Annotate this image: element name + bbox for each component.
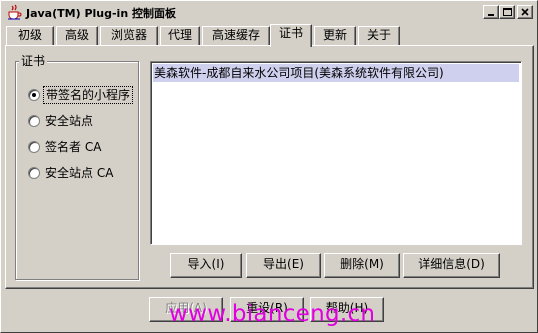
close-icon: [521, 8, 529, 16]
radio-dot[interactable]: [28, 115, 40, 127]
tab-strip: 初级 高级 浏览器 代理 高速缓存 证书 更新 关于: [6, 24, 536, 47]
control-panel-window: Java(TM) Plug-in 控制面板 初级 高级 浏览器 代理 高速缓存 …: [0, 0, 538, 333]
radio-label: 带签名的小程序: [43, 86, 134, 104]
maximize-button[interactable]: [499, 5, 515, 19]
tab-certificates[interactable]: 证书: [270, 24, 312, 47]
tab-about[interactable]: 关于: [358, 26, 400, 45]
import-button[interactable]: 导入(I): [170, 253, 242, 278]
list-item[interactable]: 美森软件-成都自来水公司项目(美森系统软件有限公司): [153, 64, 519, 82]
watermark-text: www.bianceng.cn: [169, 301, 376, 327]
tab-basic[interactable]: 初级: [6, 26, 54, 45]
minimize-button[interactable]: [483, 5, 499, 19]
window-title: Java(TM) Plug-in 控制面板: [26, 7, 176, 20]
tab-advanced[interactable]: 高级: [56, 26, 98, 45]
tab-proxy[interactable]: 代理: [160, 26, 200, 45]
radio-dot[interactable]: [28, 89, 40, 101]
tab-update[interactable]: 更新: [314, 26, 356, 45]
minimize-icon: [488, 14, 494, 16]
maximize-icon: [503, 8, 512, 16]
radio-dot[interactable]: [28, 167, 40, 179]
certificate-list[interactable]: 美森软件-成都自来水公司项目(美森系统软件有限公司): [150, 61, 522, 245]
radio-dot[interactable]: [28, 141, 40, 153]
radio-label: 签名者 CA: [45, 140, 102, 154]
title-bar[interactable]: Java(TM) Plug-in 控制面板: [2, 2, 537, 22]
java-coffee-cup-icon: [8, 4, 22, 20]
remove-button[interactable]: 删除(M): [324, 253, 400, 278]
tab-browser[interactable]: 浏览器: [100, 26, 158, 45]
radio-label: 安全站点 CA: [45, 166, 114, 180]
export-button[interactable]: 导出(E): [246, 253, 321, 278]
certificates-panel: 证书 带签名的小程序 安全站点 签名者 CA 安全站点 CA 美森软件-成都自来…: [5, 45, 534, 289]
details-button[interactable]: 详细信息(D): [403, 253, 500, 278]
radio-label: 安全站点: [45, 114, 94, 128]
close-button[interactable]: [517, 5, 533, 19]
certificate-type-group: 证书 带签名的小程序 安全站点 签名者 CA 安全站点 CA: [15, 54, 139, 280]
tab-cache[interactable]: 高速缓存: [202, 26, 270, 45]
group-title: 证书: [19, 54, 48, 68]
